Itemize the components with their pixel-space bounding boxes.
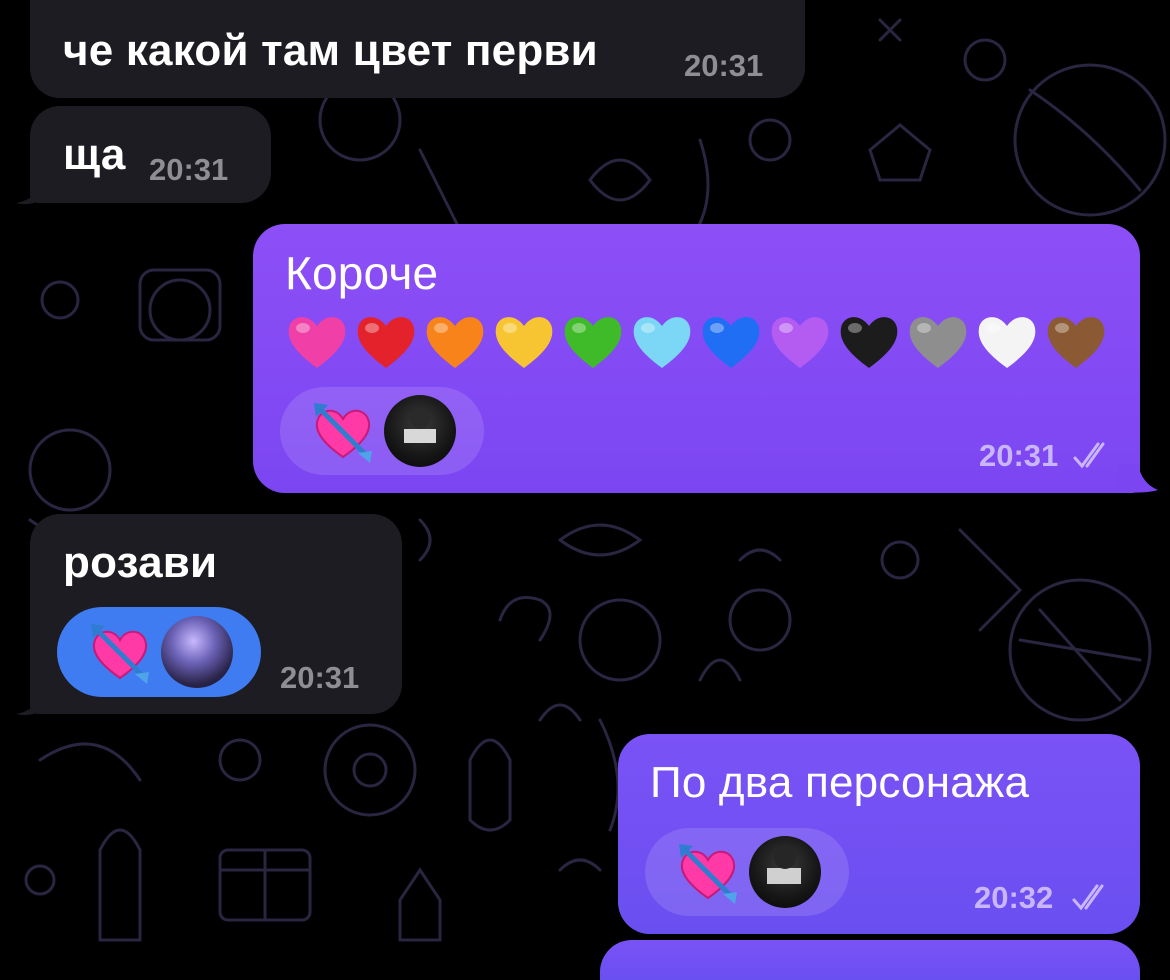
message-bubble-outgoing[interactable]: Короче 20:31: [253, 224, 1140, 493]
message-text: розави: [63, 538, 218, 587]
reactor-avatar: [161, 616, 233, 688]
message-bubble-outgoing[interactable]: По два персонажа 20:32: [618, 734, 1140, 934]
heart-emoji-icon: [978, 317, 1036, 368]
message-bubble-incoming[interactable]: розави 20:31: [30, 514, 402, 714]
message-time: 20:31: [979, 438, 1059, 473]
message-text: Короче: [285, 247, 439, 299]
message-time: 20:31: [684, 48, 764, 83]
reaction-chip[interactable]: [57, 607, 261, 697]
double-check-icon: [1072, 884, 1104, 911]
heart-emoji-icon: [909, 317, 967, 368]
heart-emoji-icon: [426, 317, 484, 368]
heart-with-arrow-icon: [314, 403, 372, 463]
reactor-avatar: [384, 395, 456, 467]
heart-emoji-icon: [495, 317, 553, 368]
heart-emoji-icon: [840, 317, 898, 368]
message-time: 20:31: [149, 152, 229, 187]
reaction-chip[interactable]: [645, 828, 849, 916]
reaction-chip[interactable]: [280, 387, 484, 475]
message-time: 20:32: [974, 880, 1054, 915]
heart-with-arrow-icon: [679, 844, 737, 904]
heart-emoji-icon: [633, 317, 691, 368]
message-text: ща: [63, 130, 126, 179]
message-bubble-outgoing-partial[interactable]: [600, 940, 1140, 980]
heart-emoji-row: [283, 308, 1110, 374]
message-bubble-incoming[interactable]: ща 20:31: [30, 106, 271, 203]
heart-emoji-icon: [702, 317, 760, 368]
message-bubble-incoming[interactable]: че какой там цвет перви 20:31: [30, 0, 805, 98]
heart-emoji-icon: [357, 317, 415, 368]
heart-emoji-icon: [288, 317, 346, 368]
double-check-icon: [1073, 442, 1105, 469]
message-text: По два персонажа: [650, 758, 1030, 807]
bubble-tail: [16, 175, 48, 205]
message-time: 20:31: [280, 660, 360, 695]
reactor-avatar: [749, 836, 821, 908]
heart-with-arrow-icon: [91, 624, 149, 684]
message-text: че какой там цвет перви: [63, 26, 598, 75]
heart-emoji-icon: [1047, 317, 1105, 368]
bubble-tail: [16, 686, 48, 716]
heart-emoji-icon: [771, 317, 829, 368]
bubble-tail: [1118, 464, 1158, 493]
heart-emoji-icon: [564, 317, 622, 368]
